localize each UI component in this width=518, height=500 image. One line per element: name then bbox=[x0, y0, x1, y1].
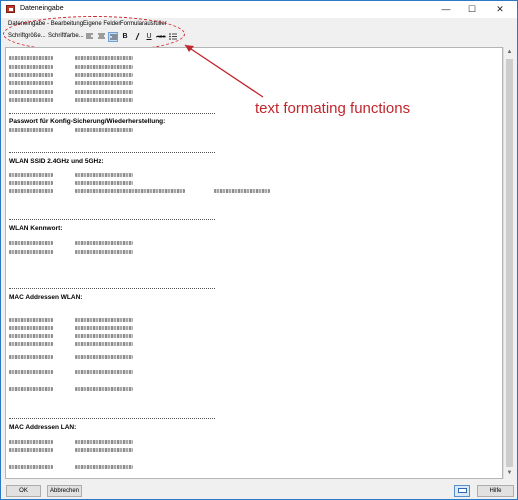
dotted-separator bbox=[9, 418, 215, 419]
dotted-separator bbox=[9, 113, 215, 114]
text-editor[interactable]: Passwort für Konfig-Sicherung/Wiederhers… bbox=[5, 47, 503, 479]
window-title: Dateneingabe bbox=[20, 5, 64, 12]
close-button[interactable]: ✕ bbox=[487, 1, 513, 18]
scrollbar-thumb[interactable] bbox=[506, 59, 513, 467]
heading-password: Passwort für Konfig-Sicherung/Wiederhers… bbox=[9, 118, 166, 125]
scroll-down-icon[interactable]: ▼ bbox=[504, 468, 515, 478]
dialog-footer: OK Abbrechen Hilfe bbox=[1, 483, 517, 500]
keyboard-icon bbox=[457, 488, 467, 493]
heading-mac-wlan: MAC Addressen WLAN: bbox=[9, 294, 83, 301]
heading-mac-lan: MAC Addressen LAN: bbox=[9, 424, 77, 431]
scroll-up-icon[interactable]: ▲ bbox=[504, 47, 515, 57]
vertical-scrollbar[interactable]: ▲ ▼ bbox=[503, 47, 514, 479]
annotation-label: text formating functions bbox=[255, 100, 411, 117]
minimize-button[interactable]: — bbox=[433, 1, 459, 18]
dotted-separator bbox=[9, 288, 215, 289]
dotted-separator bbox=[9, 219, 215, 220]
heading-ssid: WLAN SSID 2.4GHz und 5GHz: bbox=[9, 158, 104, 165]
dotted-separator bbox=[9, 152, 215, 153]
app-icon bbox=[6, 5, 15, 13]
maximize-button[interactable]: ☐ bbox=[459, 1, 485, 18]
help-button[interactable]: Hilfe bbox=[477, 485, 514, 497]
dateneingabe-window: Dateneingabe — ☐ ✕ Dateneingabe - Bearbe… bbox=[0, 0, 518, 500]
cancel-button[interactable]: Abbrechen bbox=[47, 485, 82, 497]
ok-button[interactable]: OK bbox=[6, 485, 41, 497]
keyboard-button[interactable] bbox=[454, 485, 470, 497]
heading-wlan-key: WLAN Kennwort: bbox=[9, 225, 63, 232]
